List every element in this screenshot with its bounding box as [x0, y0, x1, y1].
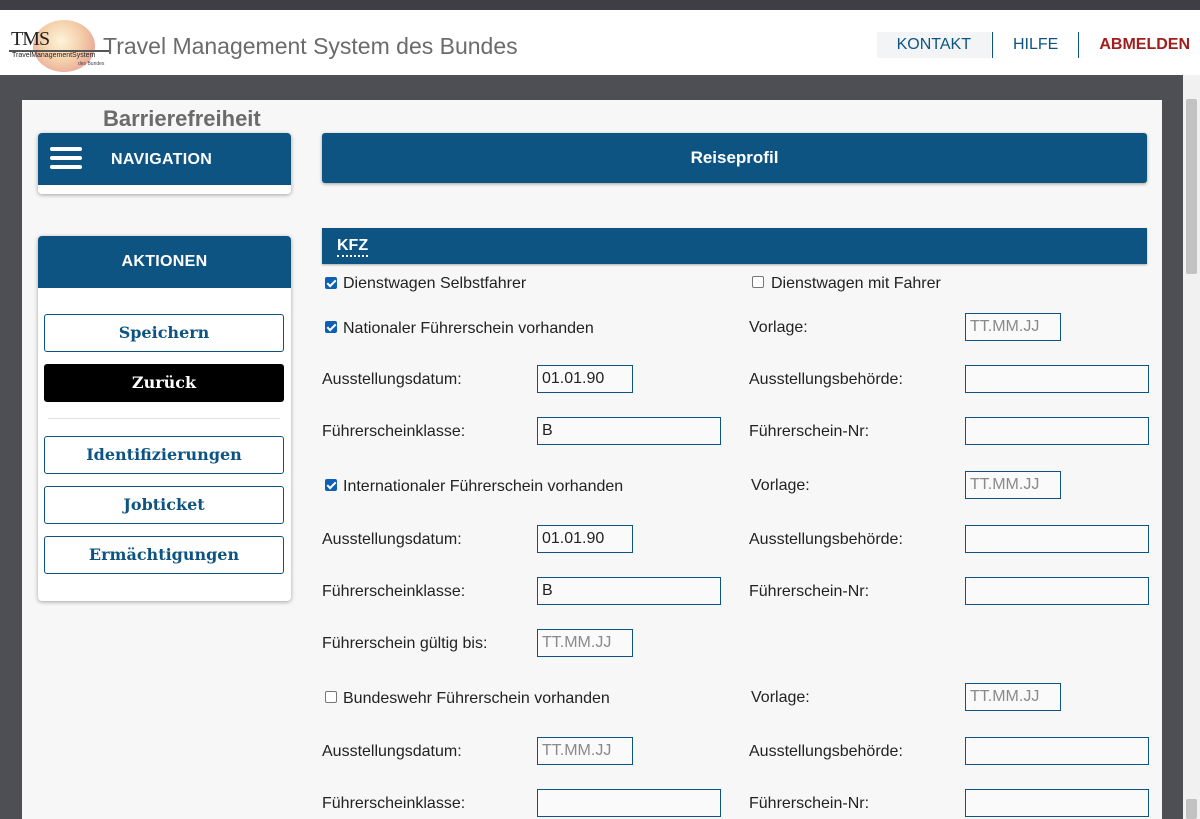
actions-title: AKTIONEN: [121, 253, 208, 270]
label-bundeswehr-date: Ausstellungsdatum:: [322, 743, 462, 760]
national-authority-input[interactable]: [965, 365, 1149, 393]
section-title[interactable]: KFZ: [337, 237, 369, 257]
label-bundeswehr-license: Bundeswehr Führerschein vorhanden: [343, 690, 610, 707]
accessibility-link[interactable]: Barrierefreiheit: [103, 106, 261, 132]
page-title: Reiseprofil: [690, 148, 779, 167]
app-header: TMS TravelManagementSystem des Bundes Tr…: [0, 10, 1200, 75]
label-bundeswehr-class: Führerscheinklasse:: [322, 795, 466, 812]
international-vorlage-input[interactable]: [965, 471, 1061, 499]
section-header-kfz: KFZ: [322, 228, 1147, 264]
checkbox-bundeswehr-license[interactable]: [325, 691, 337, 703]
save-button[interactable]: Speichern: [44, 314, 284, 352]
label-international-license: Internationaler Führerschein vorhanden: [343, 478, 624, 495]
bundeswehr-authority-input[interactable]: [965, 737, 1149, 765]
scrollbar-thumb[interactable]: [1186, 99, 1197, 274]
logo-subtitle-2: des Bundes: [78, 61, 105, 67]
label-national-license: Nationaler Führerschein vorhanden: [343, 320, 594, 337]
label-bundeswehr-vorlage: Vorlage:: [751, 689, 810, 706]
logo-subtitle: TravelManagementSystem: [12, 52, 96, 59]
checkbox-international-license[interactable]: [325, 479, 337, 491]
identifications-button[interactable]: Identifizierungen: [44, 436, 284, 474]
checkbox-dienstwagen-selbstfahrer[interactable]: [325, 277, 337, 289]
page-title-bar: Reiseprofil: [322, 133, 1147, 183]
label-international-vorlage: Vorlage:: [751, 477, 810, 494]
label-national-class: Führerscheinklasse:: [322, 423, 466, 440]
label-national-date: Ausstellungsdatum:: [322, 371, 462, 388]
international-valid-input[interactable]: [537, 629, 633, 657]
label-dienstwagen-mit-fahrer: Dienstwagen mit Fahrer: [771, 275, 941, 292]
international-date-input[interactable]: [537, 525, 633, 553]
label-international-number: Führerschein-Nr:: [749, 583, 870, 600]
label-bundeswehr-number: Führerschein-Nr:: [749, 795, 870, 812]
logout-link[interactable]: ABMELDEN: [1079, 32, 1190, 58]
back-button[interactable]: Zurück: [44, 364, 284, 402]
international-number-input[interactable]: [965, 577, 1149, 605]
international-class-input[interactable]: [537, 577, 721, 605]
national-number-input[interactable]: [965, 417, 1149, 445]
browser-top-strip: [0, 0, 1200, 10]
national-date-input[interactable]: [537, 365, 633, 393]
label-international-class: Führerscheinklasse:: [322, 583, 466, 600]
app-title: Travel Management System des Bundes: [103, 33, 518, 59]
label-national-vorlage: Vorlage:: [749, 319, 808, 336]
page-scrollbar[interactable]: [1183, 75, 1200, 819]
contact-link[interactable]: KONTAKT: [876, 32, 991, 58]
checkbox-national-license[interactable]: [325, 321, 337, 333]
actions-panel: AKTIONEN Speichern Zurück Identifizierun…: [38, 236, 291, 601]
label-international-authority: Ausstellungsbehörde:: [749, 531, 903, 548]
label-international-valid: Führerschein gültig bis:: [322, 635, 488, 652]
navigation-panel: NAVIGATION: [38, 133, 291, 194]
bundeswehr-number-input[interactable]: [965, 789, 1149, 817]
national-class-input[interactable]: [537, 417, 721, 445]
actions-divider: [48, 418, 280, 419]
hamburger-menu-icon[interactable]: [50, 147, 82, 171]
top-nav: KONTAKT HILFE ABMELDEN: [876, 30, 1190, 60]
authorizations-button[interactable]: Ermächtigungen: [44, 536, 284, 574]
jobticket-button[interactable]: Jobticket: [44, 486, 284, 524]
scrollbar-arrow-down[interactable]: [1186, 799, 1197, 819]
navigation-label: NAVIGATION: [111, 151, 213, 168]
label-national-authority: Ausstellungsbehörde:: [749, 371, 903, 388]
bundeswehr-vorlage-input[interactable]: [965, 683, 1061, 711]
actions-header: AKTIONEN: [38, 236, 291, 288]
national-vorlage-input[interactable]: [965, 313, 1061, 341]
label-bundeswehr-authority: Ausstellungsbehörde:: [749, 743, 903, 760]
label-national-number: Führerschein-Nr:: [749, 423, 870, 440]
label-international-date: Ausstellungsdatum:: [322, 531, 462, 548]
international-authority-input[interactable]: [965, 525, 1149, 553]
help-link[interactable]: HILFE: [993, 32, 1078, 58]
checkbox-dienstwagen-mit-fahrer[interactable]: [752, 276, 764, 288]
tms-logo[interactable]: TMS TravelManagementSystem des Bundes: [8, 18, 113, 74]
label-dienstwagen-selbstfahrer: Dienstwagen Selbstfahrer: [343, 275, 527, 292]
bundeswehr-date-input[interactable]: [537, 737, 633, 765]
navigation-header[interactable]: NAVIGATION: [38, 133, 291, 185]
bundeswehr-class-input[interactable]: [537, 789, 721, 817]
logo-text: TMS: [11, 28, 50, 50]
